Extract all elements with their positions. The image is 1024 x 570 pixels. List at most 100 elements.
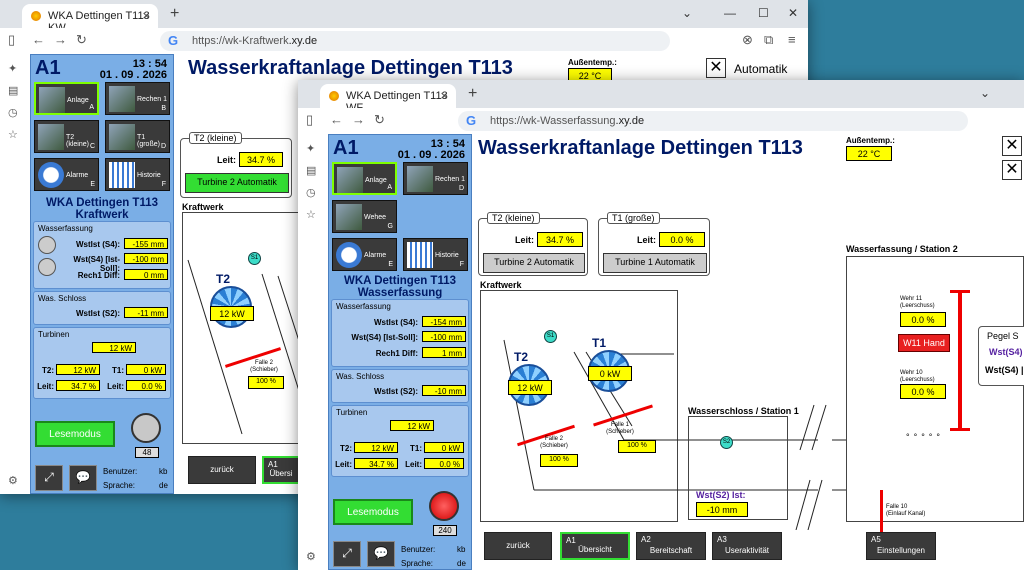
status-lamp [131,413,161,443]
turbine-2-automatik-button[interactable]: Turbine 2 Automatik [185,173,289,193]
browser-window-wasserfassung: WKA Dettingen T113 WF × + ⌄ ▯ ← → ↻ G ht… [298,80,1024,570]
zurueck-button[interactable]: zurück [484,532,552,560]
lesemodus-button[interactable]: Lesemodus [333,499,413,525]
nav-anlage-button[interactable]: Anlage A [34,82,99,115]
maximize-icon[interactable]: ☐ [758,6,769,20]
browser-tab[interactable]: WKA Dettingen T113 KW × [22,4,158,34]
tab-list-icon[interactable]: ⌄ [682,6,692,20]
page-title: Wasserkraftanlage Dettingen T113 [478,137,803,159]
turbine-1-automatik-button[interactable]: Turbine 1 Automatik [603,253,707,273]
close-tab-icon[interactable]: × [440,88,448,103]
close-tab-icon[interactable]: × [142,8,150,23]
falle2-value: 100 % [540,454,578,467]
browser-sidebar: ✦ ▤ ◷ ☆ ⚙ [0,54,26,494]
main-content: Wasserkraftanlage Dettingen T113 Außente… [474,134,1024,570]
t2-label: T2 [514,350,529,364]
turbinen-section: Turbinen 12 kW T2: 12 kW T1: 0 kW Leit: … [33,327,171,399]
star-icon[interactable]: ☆ [8,128,18,141]
star-icon[interactable]: ☆ [306,208,316,221]
save-icon[interactable]: ▤ [306,164,316,177]
bereitschaft-button[interactable]: A2 Bereitschaft [636,532,706,560]
wasserfassung-section: Wasserfassung WstIst (S4): -154 mm Wst(S… [331,299,469,367]
close-button[interactable]: ✕ [1002,136,1022,156]
sidebar-toggle-icon[interactable]: ▯ [306,112,313,128]
nav-rechen-button[interactable]: Rechen 1B [105,82,170,115]
settings-icon[interactable]: ⚙ [306,550,316,563]
new-tab-icon[interactable]: + [468,85,477,103]
rech1-diff-value: 1 mm [422,347,466,358]
t2-power-value: 12 kW [56,364,100,375]
forward-icon[interactable]: → [54,32,67,47]
tab-list-icon[interactable]: ⌄ [980,86,990,100]
sparkle-icon[interactable]: ✦ [306,142,315,155]
sprache-value: de [159,481,168,490]
uebersicht-button[interactable]: A1 Übersicht [560,532,630,560]
nav-anlage-button[interactable]: Anlage A [332,162,397,195]
alarm-clock-icon [336,242,362,268]
fullscreen-button[interactable]: ⤢ [35,465,63,491]
w11-hand-button[interactable]: W11 Hand [898,334,950,352]
history-icon[interactable]: ◷ [8,106,18,119]
chart-icon [109,162,135,188]
uebersicht-button[interactable]: A1 Übersi [262,456,300,484]
chart-icon [407,242,433,268]
wehr11-value: 0.0 % [900,312,946,327]
reload-icon[interactable]: ↻ [76,32,87,48]
chat-button[interactable]: 💬 [367,541,395,567]
nav-alarme-button[interactable]: Alarme E [332,238,397,271]
wst-s2-ist-value: -10 mm [696,502,748,517]
nav-historie-button[interactable]: Historie F [403,238,468,271]
left-panel: A1 13 : 54 01 . 09 . 2026 Anlage A Rechen… [328,134,472,570]
wst-s4-diff-value: -100 mm [124,253,168,264]
sparkle-icon[interactable]: ✦ [8,62,17,75]
lesemodus-button[interactable]: Lesemodus [35,421,115,447]
t2-power-value: 12 kW [354,442,398,453]
reload-icon[interactable]: ↻ [374,112,385,128]
sidebar-toggle-icon[interactable]: ▯ [8,32,15,48]
wasserschloss-label: Wasserschloss / Station 1 [688,406,799,416]
nav-wehre-button[interactable]: Wehee G [332,200,397,233]
minimize-icon[interactable]: — [724,6,736,20]
station-title: WKA Dettingen T113 [45,197,159,209]
close-window-icon[interactable]: ✕ [788,6,798,20]
menu-icon[interactable]: ≡ [788,32,796,47]
save-icon[interactable]: ▤ [8,84,18,97]
alarm-clock-icon [38,162,64,188]
chat-button[interactable]: 💬 [69,465,97,491]
fullscreen-button[interactable]: ⤢ [333,541,361,567]
forward-icon[interactable]: → [352,112,365,127]
url-host: https://wk-Kraftwerk [192,35,289,47]
turbine-2-automatik-button[interactable]: Turbine 2 Automatik [483,253,585,273]
close-button[interactable]: ✕ [706,58,726,78]
zurueck-button[interactable]: zurück [188,456,256,484]
address-bar[interactable]: G https://wk-Kraftwerk.xy.de [160,31,670,51]
history-icon[interactable]: ◷ [306,186,316,199]
nav-t1-button[interactable]: T1 (große) D [105,120,170,153]
nav-t2-button[interactable]: T2 (kleine) C [34,120,99,153]
nav-historie-button[interactable]: Historie F [105,158,170,191]
settings-icon[interactable]: ⚙ [8,474,18,487]
station-subtitle: Wasserfassung [357,287,443,299]
back-icon[interactable]: ← [32,32,45,47]
t2-label: T2 [216,272,231,286]
wehr-bar-bottom [950,428,970,431]
browser-tab[interactable]: WKA Dettingen T113 WF × [320,84,456,114]
turbine-icon [109,124,135,150]
kraftwerk-label: Kraftwerk [480,280,522,290]
t2-diagram-kw: 12 kW [210,306,254,321]
useraktivitaet-button[interactable]: A3 Useraktivität [712,532,782,560]
address-bar[interactable]: G https://wk-Wasserfassung.xy.de [458,111,968,131]
nav-alarme-button[interactable]: Alarme E [34,158,99,191]
puzzle-icon[interactable]: ⧉ [764,32,773,48]
t2-diagram-kw: 12 kW [508,380,552,395]
nav-rechen-button[interactable]: Rechen 1D [403,162,468,195]
back-icon[interactable]: ← [330,112,343,127]
einstellungen-button[interactable]: A5 Einstellungen [866,532,936,560]
extension-icon[interactable]: ⊗ [742,32,753,48]
t2-box-leit-value: 34.7 % [239,152,283,167]
s1-sensor: S1 [544,330,557,343]
page-code: A1 [35,57,61,79]
close-button-2[interactable]: ✕ [1002,160,1022,180]
new-tab-icon[interactable]: + [170,5,179,23]
wstist-s4-value: -155 mm [124,238,168,249]
